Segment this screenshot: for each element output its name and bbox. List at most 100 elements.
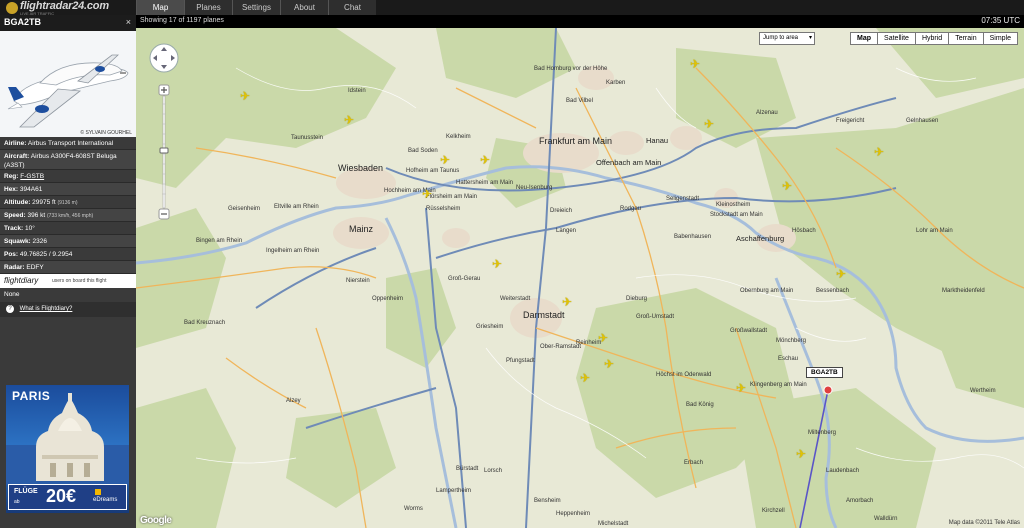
city-label: Dieburg: [626, 296, 648, 302]
flightradar-app: flightradar24.com LIVE AIR TRAFFIC Map P…: [0, 0, 1024, 528]
plane-icon[interactable]: ✈: [492, 258, 502, 270]
city-label: Mainz: [349, 224, 374, 234]
top-bar: flightradar24.com LIVE AIR TRAFFIC Map P…: [0, 0, 1024, 16]
city-label: Amorbach: [846, 498, 874, 504]
city-label: Klingenberg am Main: [750, 382, 807, 388]
city-label: Karben: [606, 80, 626, 86]
city-label: Offenbach am Main: [596, 158, 662, 167]
city-label: Höchst im Odenwald: [656, 372, 712, 378]
google-logo[interactable]: Google: [140, 515, 172, 526]
squawk-row: Squawk: 2326: [0, 235, 136, 248]
tab-map[interactable]: Map: [136, 0, 184, 15]
zoom-slider[interactable]: [158, 84, 170, 220]
plane-icon[interactable]: ✈: [344, 114, 354, 126]
city-label: Kelkheim: [446, 134, 471, 140]
track-row: Track: 10°: [0, 222, 136, 235]
plane-icon[interactable]: ✈: [704, 118, 714, 130]
plane-icon[interactable]: ✈: [604, 358, 614, 370]
city-label: Kirchzell: [762, 508, 785, 514]
city-label: Worms: [404, 506, 423, 512]
flightdiary-banner[interactable]: flightdiary users on board this flight: [0, 274, 136, 288]
city-label: Lorsch: [484, 468, 503, 474]
flight-header: BGA2TB ×: [0, 15, 136, 31]
city-label: Michelstadt: [598, 521, 629, 527]
map-type-satellite[interactable]: Satellite: [877, 32, 916, 45]
plane-icon[interactable]: ✈: [836, 268, 846, 280]
tab-settings[interactable]: Settings: [232, 0, 280, 15]
city-label: Dreieich: [550, 208, 573, 214]
city-label: Groß-Umstadt: [636, 314, 675, 320]
city-label: Groß-Gerau: [448, 276, 481, 282]
map-canvas[interactable]: Frankfurt am Main Wiesbaden Mainz Darmst…: [136, 28, 1024, 528]
map-type-hybrid[interactable]: Hybrid: [914, 32, 950, 45]
altitude-label: Altitude:: [4, 199, 31, 206]
city-label: Pfungstadt: [506, 358, 535, 364]
flightdiary-help-link[interactable]: What is Flightdiary?: [20, 306, 73, 312]
city-label: Heppenheim: [556, 511, 591, 517]
plane-icon[interactable]: ✈: [782, 180, 792, 192]
airline-row: Airline: Airbus Transport International: [0, 137, 136, 150]
edreams-logo-icon: [95, 489, 101, 495]
ad-price-box: FLÜGE ab 20€ eDreams: [8, 484, 127, 510]
aircraft-row: Aircraft: Airbus A300F4-608ST Beluga (A3…: [0, 150, 136, 170]
jump-to-area-select[interactable]: Jump to area ▾: [759, 32, 815, 45]
speed-row: Speed: 396 kt (733 km/h, 456 mph): [0, 209, 136, 222]
plane-icon[interactable]: ✈: [736, 382, 746, 394]
city-label: Marktheidenfeld: [942, 288, 985, 294]
radar-logo-icon: [6, 2, 18, 14]
map-type-control: Map Satellite Hybrid Terrain Simple: [850, 32, 1018, 45]
map-type-simple[interactable]: Simple: [982, 32, 1018, 45]
beluga-aircraft-image: [0, 31, 136, 137]
map-type-map[interactable]: Map: [850, 32, 879, 45]
city-label: Bad Homburg vor der Höhe: [534, 66, 608, 72]
close-icon[interactable]: ×: [126, 17, 131, 27]
city-label: Alzey: [286, 398, 301, 404]
plane-icon[interactable]: ✈: [562, 296, 572, 308]
tab-about[interactable]: About: [280, 0, 328, 15]
plane-icon[interactable]: ✈: [440, 154, 450, 166]
hex-label: Hex:: [4, 186, 19, 193]
aircraft-label: Aircraft:: [4, 153, 30, 160]
city-label: Kleinostheim: [716, 202, 751, 208]
plane-icon[interactable]: ✈: [480, 154, 490, 166]
city-label: Eschau: [778, 356, 799, 362]
city-label: Griesheim: [476, 324, 504, 330]
city-label: Wertheim: [970, 388, 996, 394]
plane-icon[interactable]: ✈: [422, 188, 432, 200]
city-label: Frankfurt am Main: [539, 136, 613, 146]
city-label: Bensheim: [534, 498, 561, 504]
plane-icon[interactable]: ✈: [240, 90, 250, 102]
tab-planes[interactable]: Planes: [184, 0, 232, 15]
radar-value: EDFY: [26, 264, 44, 271]
advertisement-banner[interactable]: PARIS FLÜGE ab 20€ eDreams: [6, 385, 129, 513]
city-label: Taunusstein: [291, 135, 324, 141]
city-label: Ingelheim am Rhein: [266, 248, 320, 254]
city-label: Babenhausen: [674, 234, 712, 240]
flightdiary-help[interactable]: ? What is Flightdiary?: [0, 302, 136, 317]
city-label: Hanau: [646, 136, 669, 145]
city-label: Flörsheim am Main: [426, 194, 478, 200]
plane-icon[interactable]: ✈: [796, 448, 806, 460]
city-label: Freigericht: [836, 118, 865, 124]
selected-flight-callout[interactable]: BGA2TB: [806, 367, 843, 378]
plane-icon[interactable]: ✈: [690, 58, 700, 70]
city-label: Bad König: [686, 402, 714, 408]
pos-value: 49.76825 / 9.2954: [19, 251, 73, 258]
track-label: Track:: [4, 225, 24, 232]
city-label: Obernburg am Main: [740, 288, 794, 294]
tab-chat[interactable]: Chat: [328, 0, 376, 15]
plane-icon[interactable]: ✈: [598, 332, 608, 344]
speed-value: 396 kt: [27, 212, 46, 219]
reg-link[interactable]: F-GSTB: [20, 173, 44, 180]
pan-control[interactable]: [148, 42, 180, 74]
city-label: Eltville am Rhein: [274, 204, 319, 210]
altitude-row: Altitude: 29975 ft (9136 m): [0, 196, 136, 209]
plane-icon[interactable]: ✈: [580, 372, 590, 384]
city-label: Miltenberg: [808, 430, 837, 436]
map-type-terrain[interactable]: Terrain: [948, 32, 984, 45]
site-logo[interactable]: flightradar24.com LIVE AIR TRAFFIC: [4, 0, 132, 16]
aircraft-photo[interactable]: © SYLVAIN GOURHEL: [0, 31, 136, 137]
ad-city: PARIS: [12, 389, 51, 403]
city-label: Nierstein: [346, 278, 370, 284]
plane-icon[interactable]: ✈: [874, 146, 884, 158]
